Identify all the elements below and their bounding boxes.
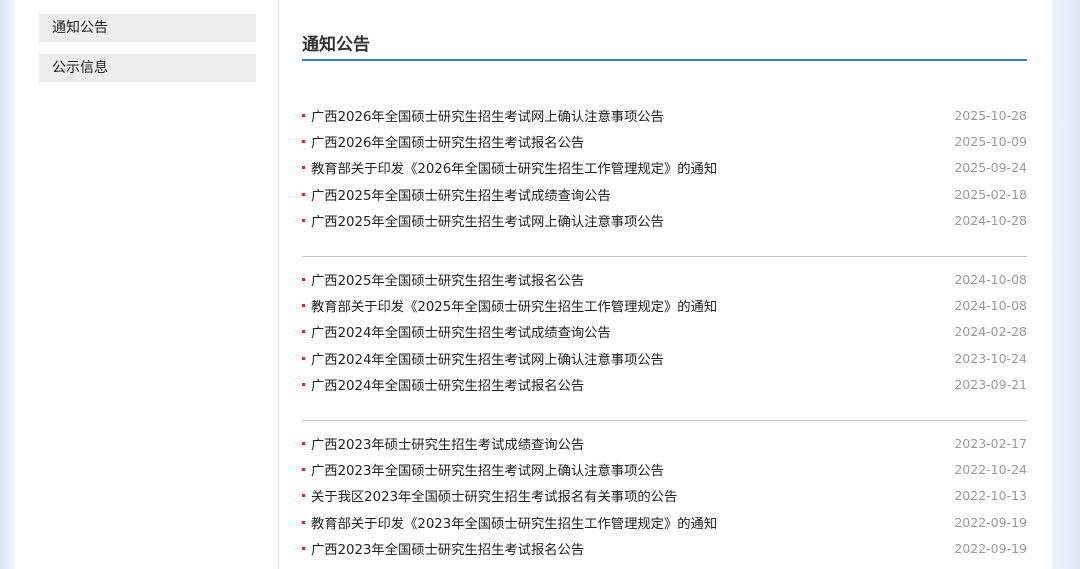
title-underline bbox=[302, 59, 1027, 61]
notice-link[interactable]: 教育部关于印发《2023年全国硕士研究生招生工作管理规定》的通知 bbox=[302, 513, 954, 532]
notice-title: 关于我区2023年全国硕士研究生招生考试报名有关事项的公告 bbox=[311, 490, 678, 506]
list-item: 广西2024年全国硕士研究生招生考试成绩查询公告 2024-02-28 bbox=[302, 319, 1027, 345]
sidebar-item-public-info[interactable]: 公示信息 bbox=[39, 54, 256, 82]
notice-title: 教育部关于印发《2026年全国硕士研究生招生工作管理规定》的通知 bbox=[311, 162, 718, 178]
notice-date: 2022-09-19 bbox=[954, 541, 1027, 557]
list-item: 广西2026年全国硕士研究生招生考试网上确认注意事项公告 2025-10-28 bbox=[302, 102, 1027, 128]
notice-date: 2022-10-13 bbox=[954, 488, 1027, 504]
bullet-icon bbox=[302, 140, 305, 144]
bullet-icon bbox=[302, 277, 305, 281]
bullet-icon bbox=[302, 383, 305, 387]
page: 通知公告 公示信息 通知公告 广西2026年全国硕士研究生招生考试网上确认注意事… bbox=[14, 0, 1052, 569]
notice-date: 2022-10-24 bbox=[954, 462, 1027, 478]
notice-link[interactable]: 广西2024年全国硕士研究生招生考试成绩查询公告 bbox=[302, 322, 954, 341]
news-group-2: 广西2025年全国硕士研究生招生考试报名公告 2024-10-08 教育部关于印… bbox=[302, 266, 1027, 398]
list-item: 广西2025年全国硕士研究生招生考试成绩查询公告 2025-02-18 bbox=[302, 181, 1027, 207]
page-title: 通知公告 bbox=[302, 35, 370, 55]
news-group-1: 广西2026年全国硕士研究生招生考试网上确认注意事项公告 2025-10-28 … bbox=[302, 102, 1027, 234]
bullet-icon bbox=[302, 330, 305, 334]
news-group-3: 广西2023年硕士研究生招生考试成绩查询公告 2023-02-17 广西2023… bbox=[302, 430, 1027, 562]
list-item: 广西2026年全国硕士研究生招生考试报名公告 2025-10-09 bbox=[302, 128, 1027, 154]
notice-title: 广西2026年全国硕士研究生招生考试报名公告 bbox=[311, 136, 585, 152]
list-item: 关于我区2023年全国硕士研究生招生考试报名有关事项的公告 2022-10-13 bbox=[302, 483, 1027, 509]
notice-date: 2025-09-24 bbox=[954, 160, 1027, 176]
list-item: 教育部关于印发《2026年全国硕士研究生招生工作管理规定》的通知 2025-09… bbox=[302, 155, 1027, 181]
bullet-icon bbox=[302, 547, 305, 551]
bullet-icon bbox=[302, 166, 305, 170]
bullet-icon bbox=[302, 304, 305, 308]
notice-link[interactable]: 广西2026年全国硕士研究生招生考试报名公告 bbox=[302, 132, 954, 151]
list-item: 广西2025年全国硕士研究生招生考试网上确认注意事项公告 2024-10-28 bbox=[302, 208, 1027, 234]
notice-title: 广西2025年全国硕士研究生招生考试成绩查询公告 bbox=[311, 188, 611, 204]
notice-date: 2023-10-24 bbox=[954, 350, 1027, 366]
notice-title: 广西2025年全国硕士研究生招生考试报名公告 bbox=[311, 273, 585, 289]
notice-link[interactable]: 广西2023年全国硕士研究生招生考试报名公告 bbox=[302, 539, 954, 558]
list-item: 广西2025年全国硕士研究生招生考试报名公告 2024-10-08 bbox=[302, 266, 1027, 292]
notice-title: 广西2023年硕士研究生招生考试成绩查询公告 bbox=[311, 437, 585, 453]
list-item: 广西2024年全国硕士研究生招生考试报名公告 2023-09-21 bbox=[302, 372, 1027, 398]
bullet-icon bbox=[302, 468, 305, 472]
notice-title: 广西2024年全国硕士研究生招生考试成绩查询公告 bbox=[311, 326, 611, 342]
bullet-icon bbox=[302, 441, 305, 445]
notice-link[interactable]: 关于我区2023年全国硕士研究生招生考试报名有关事项的公告 bbox=[302, 486, 954, 505]
notice-date: 2023-02-17 bbox=[954, 435, 1027, 451]
group-divider bbox=[302, 256, 1027, 257]
list-item: 广西2023年硕士研究生招生考试成绩查询公告 2023-02-17 bbox=[302, 430, 1027, 456]
vertical-divider bbox=[278, 0, 279, 569]
group-divider bbox=[302, 420, 1027, 421]
notice-title: 教育部关于印发《2025年全国硕士研究生招生工作管理规定》的通知 bbox=[311, 300, 718, 316]
notice-date: 2023-09-21 bbox=[954, 377, 1027, 393]
notice-link[interactable]: 广西2024年全国硕士研究生招生考试报名公告 bbox=[302, 375, 954, 394]
notice-date: 2025-10-09 bbox=[954, 134, 1027, 150]
notice-link[interactable]: 教育部关于印发《2026年全国硕士研究生招生工作管理规定》的通知 bbox=[302, 158, 954, 177]
notice-title: 教育部关于印发《2023年全国硕士研究生招生工作管理规定》的通知 bbox=[311, 516, 718, 532]
list-item: 广西2023年全国硕士研究生招生考试网上确认注意事项公告 2022-10-24 bbox=[302, 456, 1027, 482]
notice-date: 2024-10-28 bbox=[954, 213, 1027, 229]
notice-title: 广西2026年全国硕士研究生招生考试网上确认注意事项公告 bbox=[311, 109, 664, 125]
bullet-icon bbox=[302, 356, 305, 360]
notice-link[interactable]: 广西2024年全国硕士研究生招生考试网上确认注意事项公告 bbox=[302, 349, 954, 368]
bullet-icon bbox=[302, 192, 305, 196]
notice-date: 2024-10-08 bbox=[954, 271, 1027, 287]
notice-date: 2025-10-28 bbox=[954, 107, 1027, 123]
notice-link[interactable]: 广西2023年全国硕士研究生招生考试网上确认注意事项公告 bbox=[302, 460, 954, 479]
notice-date: 2022-09-19 bbox=[954, 514, 1027, 530]
sidebar: 通知公告 公示信息 bbox=[14, 0, 278, 569]
notice-date: 2024-02-28 bbox=[954, 324, 1027, 340]
notice-date: 2024-10-08 bbox=[954, 298, 1027, 314]
notice-link[interactable]: 广西2025年全国硕士研究生招生考试成绩查询公告 bbox=[302, 185, 954, 204]
list-item: 广西2024年全国硕士研究生招生考试网上确认注意事项公告 2023-10-24 bbox=[302, 345, 1027, 371]
list-item: 教育部关于印发《2023年全国硕士研究生招生工作管理规定》的通知 2022-09… bbox=[302, 509, 1027, 535]
bullet-icon bbox=[302, 219, 305, 223]
notice-link[interactable]: 广西2025年全国硕士研究生招生考试报名公告 bbox=[302, 270, 954, 289]
notice-link[interactable]: 广西2026年全国硕士研究生招生考试网上确认注意事项公告 bbox=[302, 106, 954, 125]
notice-link[interactable]: 广西2025年全国硕士研究生招生考试网上确认注意事项公告 bbox=[302, 211, 954, 230]
notice-date: 2025-02-18 bbox=[954, 186, 1027, 202]
notice-title: 广西2024年全国硕士研究生招生考试网上确认注意事项公告 bbox=[311, 352, 664, 368]
list-item: 广西2023年全国硕士研究生招生考试报名公告 2022-09-19 bbox=[302, 536, 1027, 562]
notice-title: 广西2025年全国硕士研究生招生考试网上确认注意事项公告 bbox=[311, 215, 664, 231]
notice-title: 广西2023年全国硕士研究生招生考试网上确认注意事项公告 bbox=[311, 464, 664, 480]
sidebar-item-notices[interactable]: 通知公告 bbox=[39, 14, 256, 42]
notice-link[interactable]: 教育部关于印发《2025年全国硕士研究生招生工作管理规定》的通知 bbox=[302, 296, 954, 315]
bullet-icon bbox=[302, 494, 305, 498]
notice-link[interactable]: 广西2023年硕士研究生招生考试成绩查询公告 bbox=[302, 434, 954, 453]
notice-title: 广西2023年全国硕士研究生招生考试报名公告 bbox=[311, 543, 585, 559]
bullet-icon bbox=[302, 520, 305, 524]
notice-title: 广西2024年全国硕士研究生招生考试报名公告 bbox=[311, 379, 585, 395]
list-item: 教育部关于印发《2025年全国硕士研究生招生工作管理规定》的通知 2024-10… bbox=[302, 292, 1027, 318]
bullet-icon bbox=[302, 113, 305, 117]
